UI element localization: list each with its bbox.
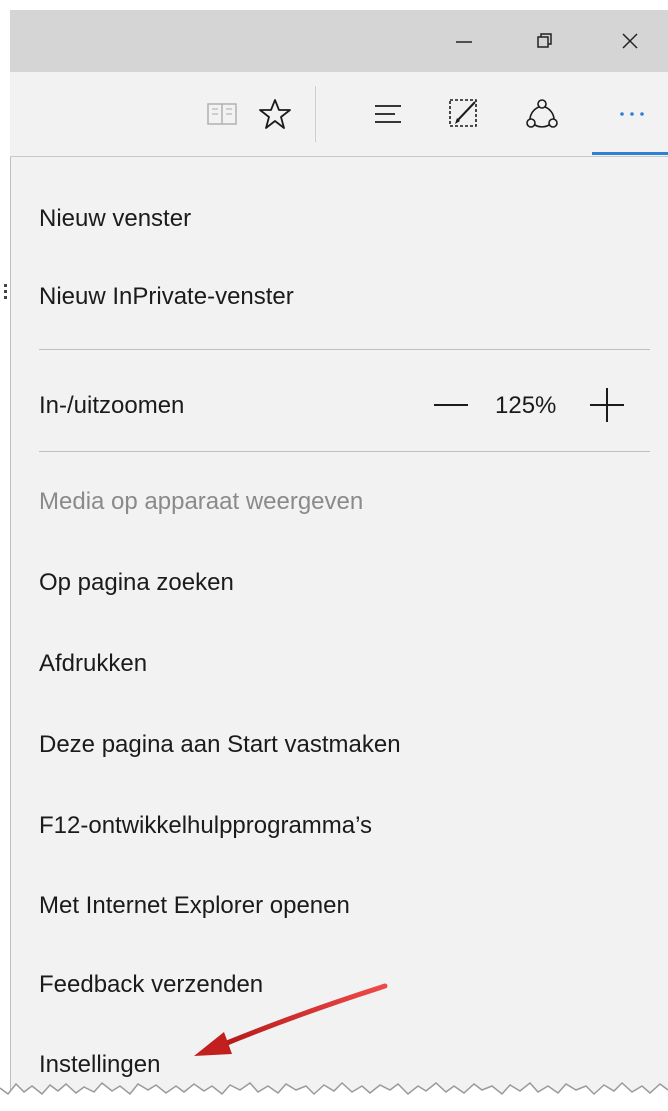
zoom-in-button[interactable] (590, 388, 624, 422)
menu-item-new-inprivate-window[interactable]: Nieuw InPrivate-venster (39, 282, 294, 312)
zoom-out-button[interactable] (434, 404, 468, 406)
share-icon (526, 99, 558, 128)
close-icon (622, 33, 638, 49)
menu-item-settings[interactable]: Instellingen (39, 1050, 160, 1080)
menu-item-new-window[interactable]: Nieuw venster (39, 204, 191, 234)
minimize-icon (456, 41, 472, 43)
toolbar-separator (315, 86, 316, 142)
reading-view-button[interactable] (200, 92, 244, 136)
restore-icon (537, 33, 552, 48)
web-note-icon (449, 99, 477, 127)
menu-item-pin-to-start[interactable]: Deze pagina aan Start vastmaken (39, 730, 401, 760)
share-button[interactable] (520, 92, 564, 136)
web-note-button[interactable] (442, 92, 486, 136)
favorite-button[interactable] (253, 92, 297, 136)
minimize-button[interactable] (434, 10, 494, 72)
close-button[interactable] (600, 10, 660, 72)
menu-item-print[interactable]: Afdrukken (39, 649, 147, 679)
more-icon (620, 112, 644, 116)
restore-button[interactable] (515, 10, 575, 72)
page-edge-mark (4, 296, 7, 299)
menu-divider (39, 349, 650, 350)
torn-edge-decoration (0, 1081, 668, 1111)
menu-item-open-in-internet-explorer[interactable]: Met Internet Explorer openen (39, 891, 350, 921)
title-bar (10, 10, 668, 72)
zoom-row: In-/uitzoomen 125% (39, 386, 629, 426)
hub-icon (375, 105, 401, 123)
page-edge-mark (4, 290, 7, 293)
menu-item-find-on-page[interactable]: Op pagina zoeken (39, 568, 234, 598)
more-button[interactable] (610, 92, 654, 136)
page-content-edge (0, 156, 10, 1111)
favorite-star-icon (259, 99, 291, 129)
zoom-level: 125% (495, 392, 557, 419)
browser-toolbar (10, 72, 668, 157)
hub-button[interactable] (366, 92, 410, 136)
more-actions-menu: Nieuw venster Nieuw InPrivate-venster In… (10, 157, 668, 1111)
more-active-indicator (592, 152, 668, 155)
menu-item-developer-tools[interactable]: F12-ontwikkelhulpprogramma’s (39, 811, 372, 841)
page-edge-mark (4, 284, 7, 287)
reading-view-icon (207, 103, 237, 125)
menu-divider (39, 451, 650, 452)
zoom-label: In-/uitzoomen (39, 392, 185, 419)
menu-item-cast-media: Media op apparaat weergeven (39, 488, 364, 515)
annotation-arrow-icon (194, 983, 388, 1056)
